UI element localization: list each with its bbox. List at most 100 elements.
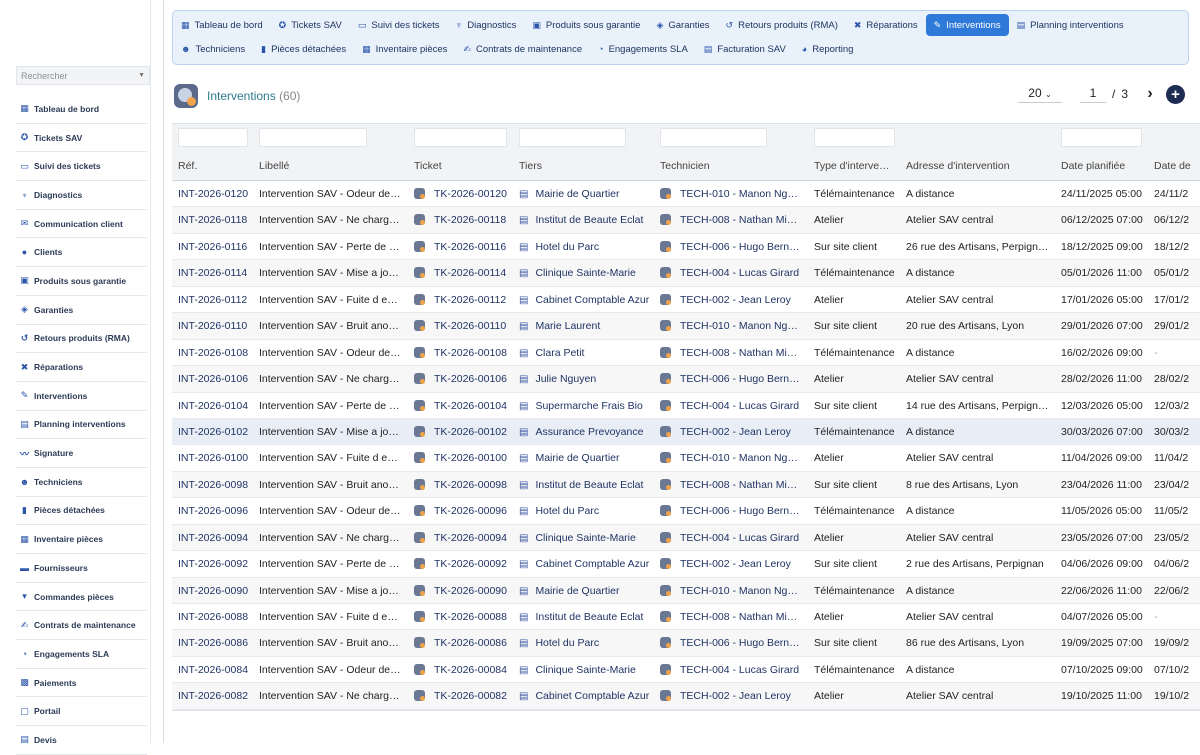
page-number-input[interactable]: 1 <box>1080 86 1106 103</box>
sidebar-item-calendar[interactable]: ▤ Planning interventions <box>16 411 147 440</box>
cell-ticket[interactable]: TK-2026-00098 <box>414 472 514 498</box>
table-row[interactable]: INT-2026-0096 Intervention SAV - Odeur de… <box>172 498 1200 525</box>
cell-ticket[interactable]: TK-2026-00120 <box>414 181 514 207</box>
cell-tiers[interactable]: ▤ Institut de Beaute Eclat <box>519 472 657 498</box>
sidebar-item-window[interactable]: ▭ Suivi des tickets <box>16 152 147 182</box>
table-row[interactable]: INT-2026-0090 Intervention SAV - Mise a j… <box>172 577 1200 604</box>
tab-grid[interactable]: ▦ Tableau de bord <box>173 14 271 36</box>
table-row[interactable]: INT-2026-0120 Intervention SAV - Odeur de… <box>172 181 1200 208</box>
sidebar-item-user[interactable]: ● Clients <box>16 238 147 268</box>
table-row[interactable]: INT-2026-0082 Intervention SAV - Ne charg… <box>172 683 1200 710</box>
cell-tiers[interactable]: ▤ Mairie de Quartier <box>519 445 657 471</box>
cell-ticket[interactable]: TK-2026-00104 <box>414 393 514 419</box>
cell-tiers[interactable]: ▤ Hotel du Parc <box>519 498 657 524</box>
filter-input-5[interactable] <box>814 128 895 147</box>
cell-ticket[interactable]: TK-2026-00088 <box>414 604 514 630</box>
table-row[interactable]: INT-2026-0094 Intervention SAV - Ne charg… <box>172 524 1200 552</box>
add-intervention-button[interactable]: + <box>1166 85 1185 104</box>
cell-tiers[interactable]: ▤ Institut de Beaute Eclat <box>519 604 657 630</box>
filter-input-3[interactable] <box>519 128 626 147</box>
sidebar-item-quote[interactable]: ▤ Devis <box>16 726 147 755</box>
table-row[interactable]: INT-2026-0098 Intervention SAV - Bruit an… <box>172 471 1200 499</box>
tab-undo[interactable]: ↺ Retours produits (RMA) <box>718 14 846 36</box>
tab-chart-pie[interactable]: ◕ Reporting <box>794 38 862 60</box>
column-header-adresse[interactable]: Adresse d'intervention <box>906 152 1056 181</box>
cell-tiers[interactable]: ▤ Cabinet Comptable Azur <box>519 551 657 577</box>
cell-ticket[interactable]: TK-2026-00086 <box>414 630 514 656</box>
column-header-date-de[interactable]: Date de <box>1154 152 1200 181</box>
sidebar-item-grid[interactable]: ▦ Tableau de bord <box>16 95 147 124</box>
tab-shield[interactable]: ◈ Garanties <box>648 14 717 36</box>
tab-tools[interactable]: ✖ Réparations <box>846 14 926 36</box>
cell-ref[interactable]: INT-2026-0088 <box>178 604 254 630</box>
sidebar-item-undo[interactable]: ↺ Retours produits (RMA) <box>16 325 147 354</box>
sidebar-item-tools[interactable]: ✖ Réparations <box>16 353 147 382</box>
sidebar-item-cart[interactable]: ▾ Commandes pièces <box>16 583 147 612</box>
sidebar-item-signature[interactable]: 〰 Signature <box>16 439 147 468</box>
cell-ticket[interactable]: TK-2026-00090 <box>414 578 514 604</box>
table-row[interactable]: INT-2026-0100 Intervention SAV - Fuite d … <box>172 445 1200 472</box>
cell-tiers[interactable]: ▤ Clinique Sainte-Marie <box>519 657 657 683</box>
sidebar-item-truck[interactable]: ▬ Fournisseurs <box>16 554 147 583</box>
column-header-technicien[interactable]: Technicien <box>660 152 810 181</box>
filter-input-1[interactable] <box>259 128 367 147</box>
cell-ref[interactable]: INT-2026-0102 <box>178 419 254 445</box>
cell-technicien[interactable]: TECH-006 - Hugo Bern… <box>660 630 810 656</box>
cell-ticket[interactable]: TK-2026-00094 <box>414 525 514 551</box>
cell-tiers[interactable]: ▤ Marie Laurent <box>519 313 657 339</box>
table-row[interactable]: INT-2026-0106 Intervention SAV - Ne charg… <box>172 366 1200 393</box>
cell-tiers[interactable]: ▤ Institut de Beaute Eclat <box>519 207 657 233</box>
sidebar-item-portal[interactable]: ▢ Portail <box>16 697 147 727</box>
cell-tiers[interactable]: ▤ Mairie de Quartier <box>519 181 657 207</box>
cell-ref[interactable]: INT-2026-0106 <box>178 366 254 392</box>
cell-ticket[interactable]: TK-2026-00100 <box>414 445 514 471</box>
filter-input-2[interactable] <box>414 128 507 147</box>
cell-ticket[interactable]: TK-2026-00110 <box>414 313 514 339</box>
cell-ref[interactable]: INT-2026-0082 <box>178 683 254 709</box>
table-row[interactable]: INT-2026-0102 Intervention SAV - Mise a j… <box>172 418 1200 446</box>
column-header-libelle[interactable]: Libellé <box>259 152 407 181</box>
cell-ref[interactable]: INT-2026-0114 <box>178 260 254 286</box>
sidebar-item-clock[interactable]: ◔ Engagements SLA <box>16 640 147 669</box>
filter-input-4[interactable] <box>660 128 767 147</box>
sidebar-item-money[interactable]: ▩ Paiements <box>16 669 147 698</box>
cell-technicien[interactable]: TECH-004 - Lucas Girard <box>660 260 810 286</box>
tab-invoice[interactable]: ▤ Facturation SAV <box>696 38 794 60</box>
sidebar-item-users[interactable]: ☻ Techniciens <box>16 468 147 497</box>
cell-tiers[interactable]: ▤ Hotel du Parc <box>519 234 657 260</box>
cell-ref[interactable]: INT-2026-0092 <box>178 551 254 577</box>
tab-ticket[interactable]: ✪ Tickets SAV <box>271 14 350 36</box>
table-row[interactable]: INT-2026-0110 Intervention SAV - Bruit an… <box>172 313 1200 340</box>
column-header-tiers[interactable]: Tiers <box>519 152 657 181</box>
cell-ticket[interactable]: TK-2026-00102 <box>414 419 514 445</box>
cell-technicien[interactable]: TECH-004 - Lucas Girard <box>660 525 810 551</box>
tab-cube[interactable]: ▮ Pièces détachées <box>253 38 354 60</box>
cell-ref[interactable]: INT-2026-0118 <box>178 207 254 233</box>
cell-tiers[interactable]: ▤ Cabinet Comptable Azur <box>519 683 657 709</box>
cell-ref[interactable]: INT-2026-0096 <box>178 498 254 524</box>
tab-warehouse[interactable]: ▦ Inventaire pièces <box>354 38 455 60</box>
tab-contract[interactable]: ✍ Contrats de maintenance <box>455 38 590 60</box>
sidebar-item-wrench[interactable]: ✎ Interventions <box>16 382 147 411</box>
column-header-date-planifiee[interactable]: Date planifiée <box>1061 152 1151 181</box>
cell-technicien[interactable]: TECH-010 - Manon Ng… <box>660 181 810 207</box>
cell-ticket[interactable]: TK-2026-00092 <box>414 551 514 577</box>
sidebar-item-warehouse[interactable]: ▦ Inventaire pièces <box>16 525 147 554</box>
cell-tiers[interactable]: ▤ Clinique Sainte-Marie <box>519 525 657 551</box>
cell-technicien[interactable]: TECH-008 - Nathan Mi… <box>660 207 810 233</box>
column-header-type[interactable]: Type d'interve… <box>814 152 902 181</box>
column-header-ref[interactable]: Réf. <box>178 152 254 181</box>
filter-input-6[interactable] <box>1061 128 1142 147</box>
cell-technicien[interactable]: TECH-002 - Jean Leroy <box>660 419 810 445</box>
cell-tiers[interactable]: ▤ Clara Petit <box>519 340 657 366</box>
sidebar-item-comments[interactable]: ✉ Communication client <box>16 210 147 239</box>
cell-ref[interactable]: INT-2026-0104 <box>178 393 254 419</box>
cell-technicien[interactable]: TECH-010 - Manon Ng… <box>660 313 810 339</box>
cell-technicien[interactable]: TECH-002 - Jean Leroy <box>660 287 810 313</box>
tab-wrench[interactable]: ✎ Interventions <box>925 14 1009 36</box>
table-row[interactable]: INT-2026-0108 Intervention SAV - Odeur de… <box>172 339 1200 367</box>
cell-tiers[interactable]: ▤ Clinique Sainte-Marie <box>519 260 657 286</box>
cell-technicien[interactable]: TECH-006 - Hugo Bern… <box>660 366 810 392</box>
cell-ticket[interactable]: TK-2026-00106 <box>414 366 514 392</box>
table-row[interactable]: INT-2026-0104 Intervention SAV - Perte de… <box>172 392 1200 419</box>
